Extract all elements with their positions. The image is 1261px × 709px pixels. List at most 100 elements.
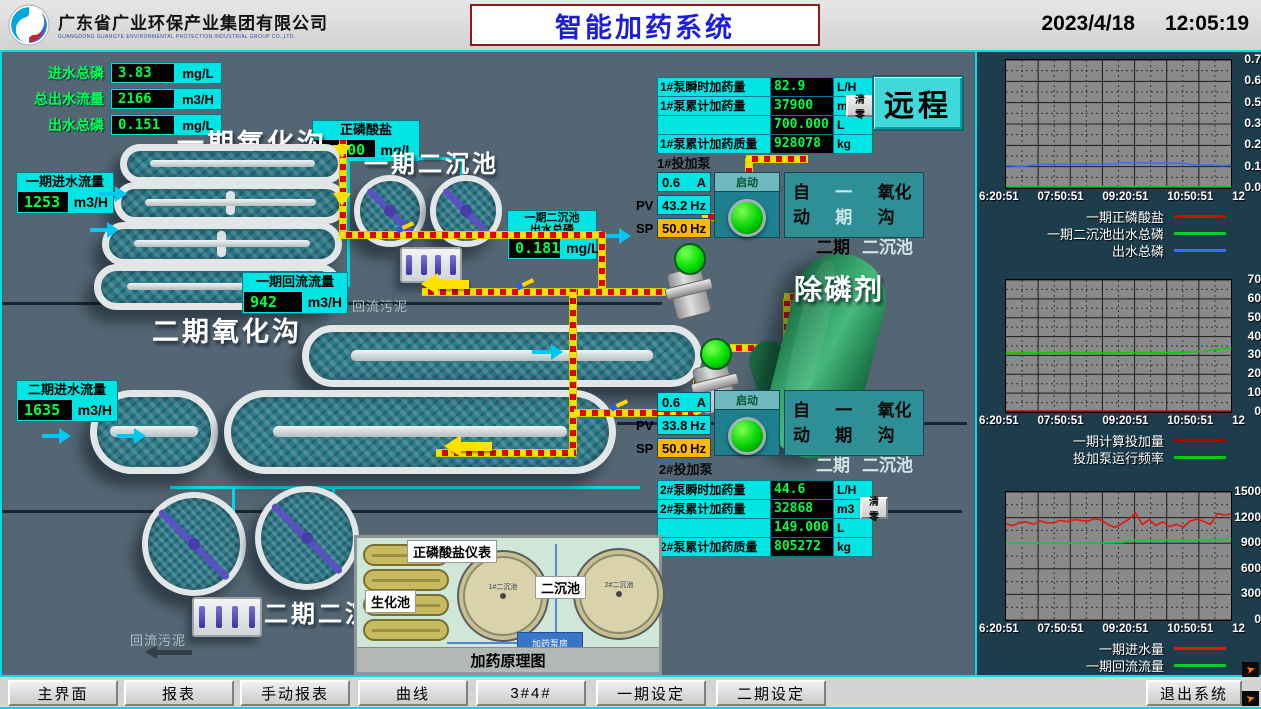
sed1-out-value: 0.181 [509, 238, 560, 258]
inset-clarifier2: 2#二沉池 [573, 548, 665, 640]
oxidation-ditch2-channel [224, 390, 616, 474]
return-sludge-label: 回流污泥 [352, 296, 408, 315]
x-tick-label: 10:50:51 [1167, 191, 1213, 203]
readout-label: 进水总磷 [12, 63, 104, 83]
cursor-icon: ➤ [1242, 691, 1259, 706]
x-tick-label: 10:50:51 [1167, 623, 1213, 635]
dosing-pipe [340, 232, 602, 238]
readout-value: 0.151 [112, 116, 174, 134]
water-pipe [170, 486, 640, 489]
flow-arrow-icon [90, 228, 116, 232]
clarifier2-2 [255, 486, 359, 590]
oxidation-ditch1-channel [114, 182, 347, 224]
pump2-sp-box[interactable]: 50.0Hz [657, 438, 711, 458]
y-tick-label: 0.7 [1244, 52, 1261, 66]
chart-legend: 一期进水量一期回流流量 [977, 640, 1261, 674]
y-tick-label: 0.5 [1244, 95, 1261, 109]
legend-item: 一期正磷酸盐 [977, 208, 1261, 225]
y-tick-label: 0.3 [1244, 116, 1261, 130]
water-pipe [347, 157, 350, 287]
y-tick-label: 30 [1248, 347, 1261, 361]
pump2-start-button[interactable]: 启动 [714, 390, 780, 456]
nav-3-4-button[interactable]: 3#4# [476, 680, 586, 706]
pump1-tag: 1#投加泵 [657, 153, 710, 172]
readout-value: 3.83 [112, 64, 174, 82]
legend-label: 投加泵运行频率 [1014, 448, 1164, 467]
y-tick-label: 20 [1248, 366, 1261, 380]
nav-phase2-set-button[interactable]: 二期设定 [716, 680, 826, 706]
oxidation-ditch1-channel [102, 222, 342, 266]
chart-legend: 一期正磷酸盐一期二沉池出水总磷出水总磷 [977, 208, 1261, 259]
dosing-arrow-down-icon [338, 192, 347, 202]
nav-exit-button[interactable]: 退出系统 [1146, 680, 1242, 706]
inflow1-title: 一期进水流量 [17, 173, 113, 191]
pump2-clear-button[interactable]: 清零 [860, 497, 888, 519]
pump2-mode-panel[interactable]: 自动一期氧化沟 二期二沉池 [784, 390, 924, 456]
pump2-sp-label: SP [636, 441, 653, 456]
system-title: 智能加药系统 [555, 6, 735, 45]
pump1-start-button[interactable]: 启动 [714, 172, 780, 238]
inset-sed-label: 二沉池 [535, 576, 586, 599]
readout-label: 出水总磷 [12, 115, 104, 135]
inflow1-value: 1253 [18, 192, 68, 212]
legend-swatch [1174, 232, 1226, 235]
remote-mode-button[interactable]: 远程 [872, 75, 964, 131]
valve-icon [520, 278, 534, 288]
chart-legend: 一期计算投加量投加泵运行频率 [977, 432, 1261, 466]
nav-manual-report-button[interactable]: 手动报表 [240, 680, 350, 706]
x-tick-label: 12 [1232, 191, 1245, 203]
legend-item: 一期进水量 [977, 640, 1261, 657]
y-tick-label: 0.0 [1244, 180, 1261, 194]
inflow2-unit: m3/H [73, 399, 117, 421]
flow-arrow-icon [98, 192, 124, 196]
dosing-arrow-left-icon [450, 442, 492, 451]
system-title-box: 智能加药系统 [470, 4, 820, 46]
nav-curve-button[interactable]: 曲线 [358, 680, 468, 706]
y-tick-label: 300 [1241, 586, 1261, 600]
pump2-run-indicator [700, 338, 732, 370]
y-tick-label: 50 [1248, 310, 1261, 324]
pump1-sp-box[interactable]: 50.0Hz [657, 218, 711, 238]
pump2-start-indicator [728, 417, 766, 455]
x-axis-labels: 6:20:5107:50:5109:20:5110:50:5112 [979, 623, 1245, 635]
dosing-pipe [746, 156, 808, 162]
pump1-pv-label: PV [636, 198, 653, 213]
x-axis-labels: 6:20:5107:50:5109:20:5110:50:5112 [979, 415, 1245, 427]
flow-arrow-icon [532, 350, 560, 354]
time-label: 12:05:19 [1165, 12, 1249, 36]
pump2-pv-label: PV [636, 418, 653, 433]
readout-unit: m3/H [175, 89, 221, 109]
sed1-out-title1: 一期二沉池 [525, 212, 580, 224]
header-bar: 广东省广业环保产业集团有限公司 GUANGDONG GUANGYE ENVIRO… [0, 0, 1261, 51]
trend-panel: 0.70.60.50.30.20.10.06:20:5107:50:5109:2… [975, 50, 1261, 675]
legend-swatch [1174, 456, 1226, 459]
pump1-mode-panel[interactable]: 自动一期氧化沟 二期二沉池 [784, 172, 924, 238]
distribution-box2 [192, 597, 262, 637]
flow-arrow-icon [117, 434, 143, 438]
phosphate-title: 正磷酸盐 [313, 121, 419, 139]
nav-bar: 主界面 报表 手动报表 曲线 3#4# 一期设定 二期设定 退出系统 [0, 675, 1261, 709]
y-tick-label: 0 [1254, 612, 1261, 626]
y-tick-label: 10 [1248, 385, 1261, 399]
legend-item: 一期二沉池出水总磷 [977, 225, 1261, 242]
nav-main-button[interactable]: 主界面 [8, 680, 118, 706]
pump2-tag: 2#投加泵 [659, 459, 712, 478]
pump1-clear-button[interactable]: 清零 [846, 95, 874, 117]
sludge-arrow-icon [150, 650, 192, 655]
clarifier2-1 [142, 492, 246, 596]
series-line [1006, 539, 1231, 543]
nav-phase1-set-button[interactable]: 一期设定 [596, 680, 706, 706]
dosing-principle-inset: 1#二沉池 2#二沉池 正磷酸盐仪表 生化池 二沉池 加药泵房 加药原理图 [354, 535, 662, 675]
nav-report-button[interactable]: 报表 [124, 680, 234, 706]
y-tick-label: 600 [1241, 561, 1261, 575]
inflow2-title: 二期进水流量 [17, 381, 117, 399]
company-logo-icon [8, 4, 50, 46]
y-tick-label: 0.2 [1244, 137, 1261, 151]
pump2-dose-table: 2#泵瞬时加药量44.6L/H 2#泵累计加药量32868m3 149.000L… [657, 480, 873, 557]
y-tick-label: 0.6 [1244, 73, 1261, 87]
series-line [1006, 513, 1231, 528]
x-tick-label: 09:20:51 [1102, 191, 1148, 203]
pump1-start-indicator [728, 199, 766, 237]
pump2-current-box: 0.6A [657, 392, 711, 412]
dosing-arrow-left-icon [427, 280, 469, 289]
